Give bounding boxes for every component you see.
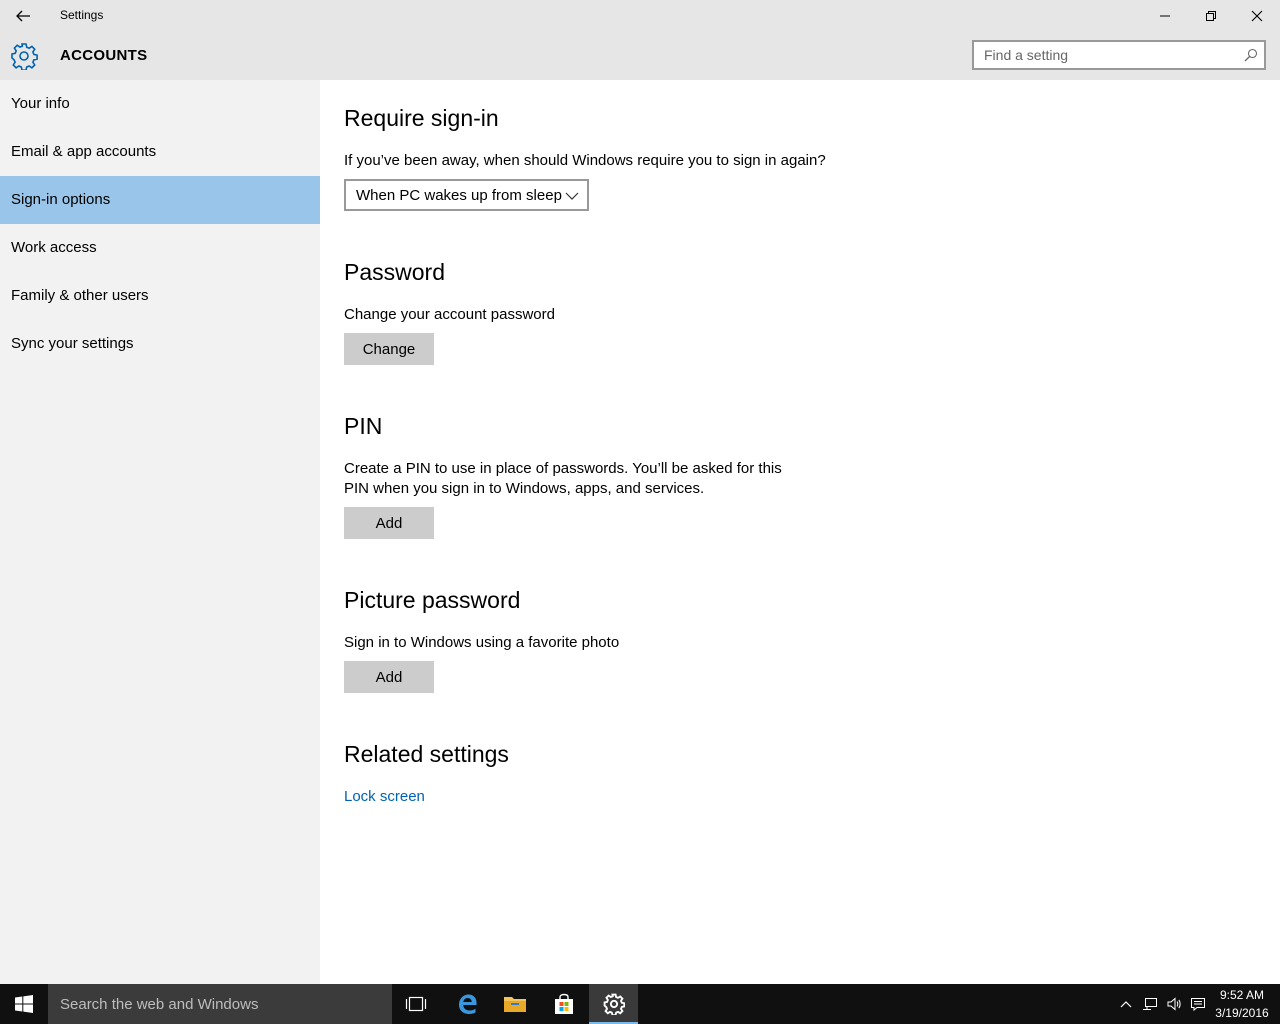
sidebar: Your info Email & app accounts Sign-in o… [0,80,320,984]
chevron-down-icon [565,192,579,200]
sidebar-item-label: Work access [11,239,97,256]
folder-icon [504,997,526,1012]
action-center-icon[interactable] [1190,996,1206,1012]
minimize-icon [1160,15,1170,17]
search-box[interactable] [972,40,1266,70]
sidebar-item-label: Sync your settings [11,335,134,352]
require-signin-dropdown[interactable]: When PC wakes up from sleep [344,179,589,211]
search-icon[interactable] [1244,48,1258,62]
title-bar: Settings [0,0,1280,32]
page-header: ACCOUNTS [0,32,1280,80]
chevron-up-icon[interactable] [1118,996,1134,1012]
add-pin-button[interactable]: Add [344,507,434,539]
pin-description-line1: Create a PIN to use in place of password… [344,460,782,477]
edge-icon [459,994,477,1014]
taskbar-search-placeholder: Search the web and Windows [60,996,259,1013]
sidebar-item-sign-in-options[interactable]: Sign-in options [0,176,320,224]
change-password-button[interactable]: Change [344,333,434,365]
store-button[interactable] [540,984,588,1024]
gear-icon [11,43,38,70]
edge-button[interactable] [443,984,491,1024]
network-icon[interactable] [1142,996,1158,1012]
picture-password-heading: Picture password [344,587,521,613]
window-title: Settings [60,8,104,22]
add-picture-password-button[interactable]: Add [344,661,434,693]
sidebar-item-email-app-accounts[interactable]: Email & app accounts [0,128,320,176]
pin-heading: PIN [344,413,383,439]
sidebar-item-label: Sign-in options [11,191,111,208]
password-heading: Password [344,259,445,285]
dropdown-selected-value: When PC wakes up from sleep [356,187,562,204]
sidebar-item-work-access[interactable]: Work access [0,224,320,272]
related-settings-heading: Related settings [344,741,509,767]
taskbar-search-box[interactable]: Search the web and Windows [48,984,392,1024]
sidebar-item-label: Your info [11,95,70,112]
sidebar-item-label: Email & app accounts [11,143,157,160]
task-view-icon [405,996,427,1012]
lock-screen-link[interactable]: Lock screen [344,788,425,805]
search-input[interactable] [974,42,1244,68]
close-icon [1251,10,1263,22]
pin-description-line2: PIN when you sign in to Windows, apps, a… [344,480,705,497]
page-title: ACCOUNTS [60,47,148,64]
back-arrow-icon [16,10,30,22]
picture-password-description: Sign in to Windows using a favorite phot… [344,634,620,651]
gear-icon [603,993,625,1015]
minimize-button[interactable] [1142,0,1188,32]
sidebar-item-sync-settings[interactable]: Sync your settings [0,320,320,368]
file-explorer-button[interactable] [491,984,539,1024]
require-signin-heading: Require sign-in [344,105,499,131]
volume-icon[interactable] [1166,996,1182,1012]
back-button[interactable] [0,0,46,32]
restore-icon [1206,11,1216,21]
windows-logo-icon [15,995,33,1013]
require-signin-description: If you’ve been away, when should Windows… [344,152,826,169]
sidebar-item-your-info[interactable]: Your info [0,80,320,128]
store-icon [555,993,573,1014]
clock-date[interactable]: 3/19/2016 [1210,1006,1274,1020]
clock-time[interactable]: 9:52 AM [1210,988,1274,1002]
sidebar-item-label: Family & other users [11,287,149,304]
taskbar: Search the web and Windows 9:52 AM 3/19/… [0,984,1280,1024]
settings-taskbar-button[interactable] [589,984,638,1024]
sidebar-item-family-other-users[interactable]: Family & other users [0,272,320,320]
password-description: Change your account password [344,306,555,323]
task-view-button[interactable] [392,984,440,1024]
start-button[interactable] [0,984,48,1024]
restore-button[interactable] [1188,0,1234,32]
close-button[interactable] [1234,0,1280,32]
